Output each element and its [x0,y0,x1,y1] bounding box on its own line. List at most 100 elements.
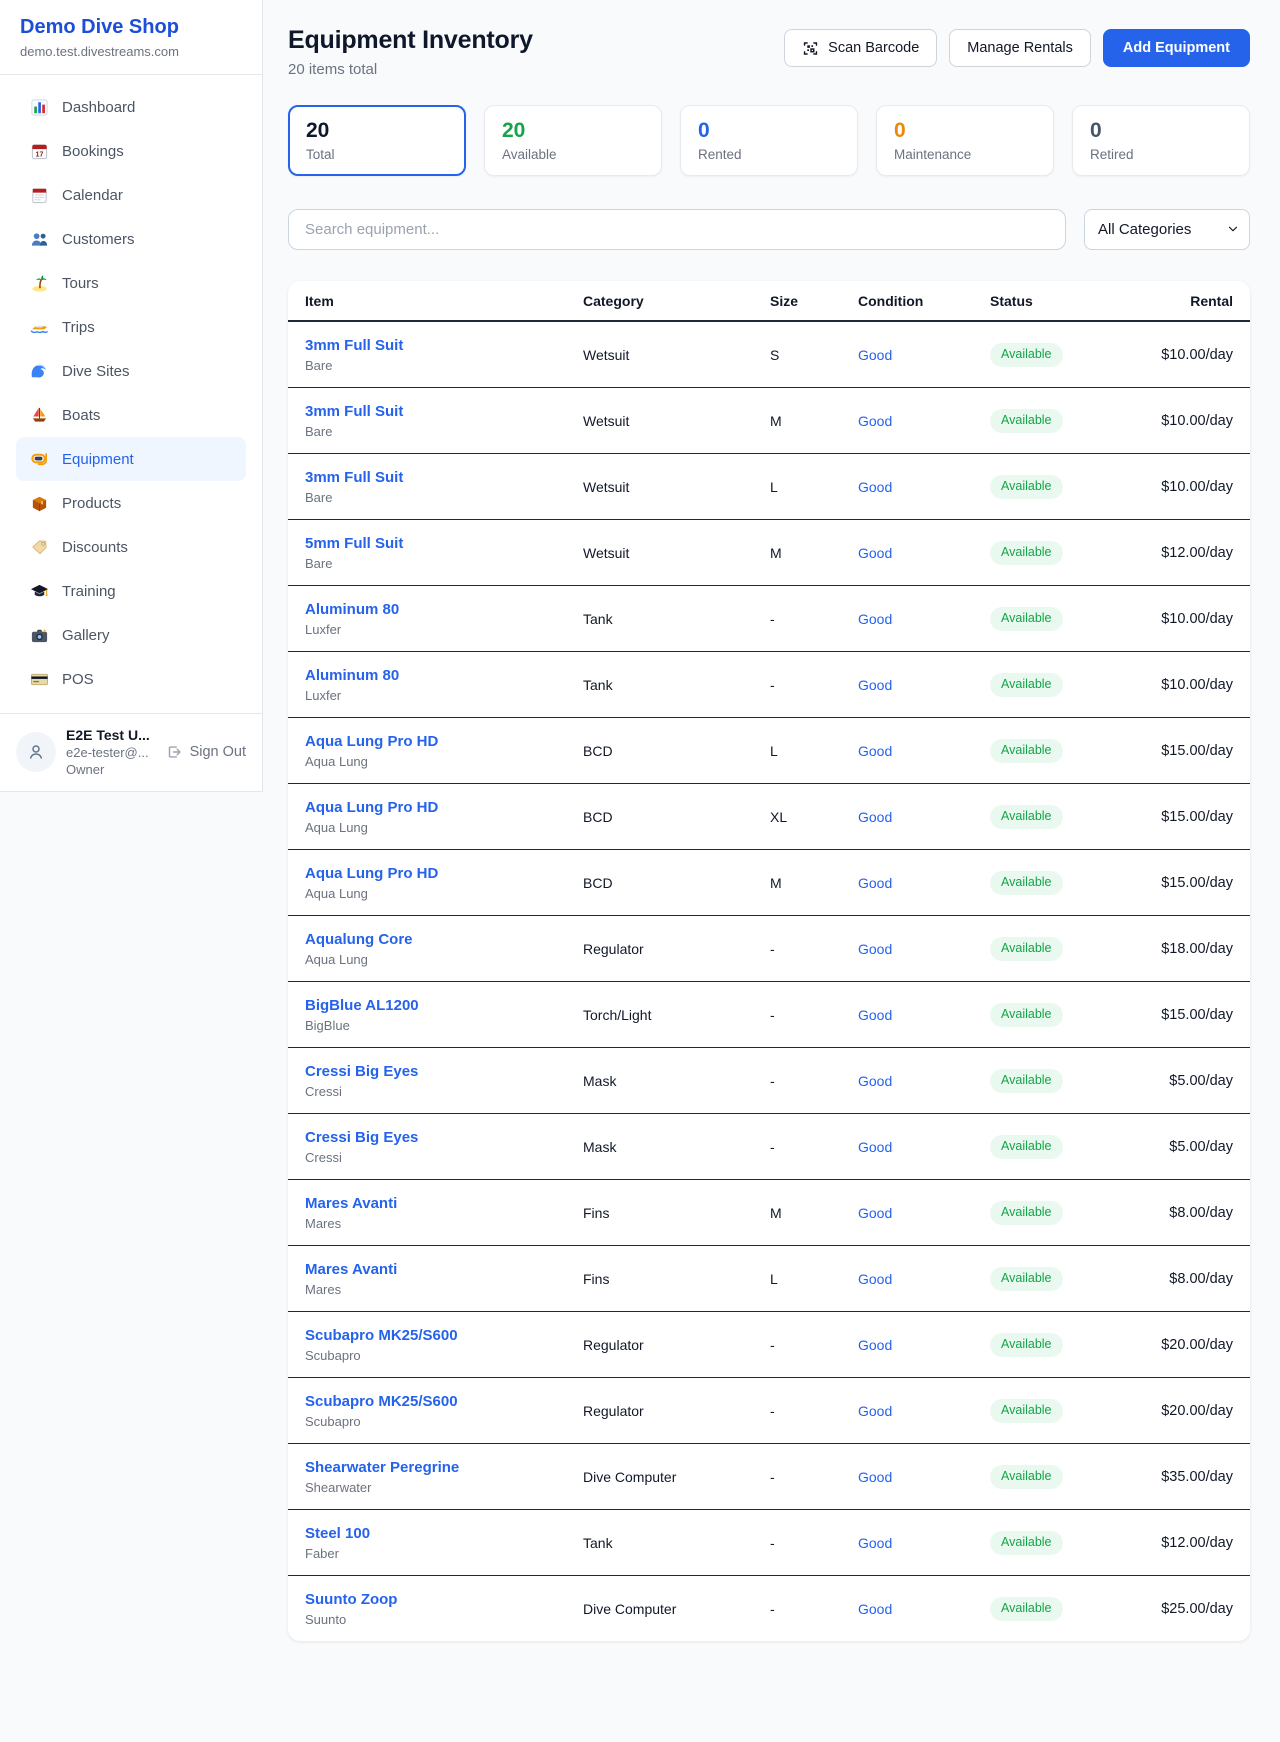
item-link[interactable]: Shearwater Peregrine [305,1459,459,1476]
sidebar-item-dive-sites[interactable]: Dive Sites [16,349,246,393]
item-link[interactable]: Aluminum 80 [305,601,399,618]
sidebar-item-calendar[interactable]: Calendar [16,173,246,217]
condition-link[interactable]: Good [858,743,892,759]
condition-link[interactable]: Good [858,479,892,495]
sidebar-item-discounts[interactable]: Discounts [16,525,246,569]
condition-link[interactable]: Good [858,347,892,363]
sidebar-item-label: POS [62,671,94,688]
item-link[interactable]: Suunto Zoop [305,1591,397,1608]
status-badge: Available [990,1531,1063,1555]
item-size: - [770,1510,858,1576]
sidebar-item-label: Products [62,495,121,512]
item-link[interactable]: Aqua Lung Pro HD [305,865,438,882]
item-link[interactable]: 5mm Full Suit [305,535,403,552]
sidebar-item-trips[interactable]: Trips [16,305,246,349]
dive-mask-icon [29,449,50,469]
sidebar-item-boats[interactable]: Boats [16,393,246,437]
condition-link[interactable]: Good [858,1271,892,1287]
barcode-scan-icon [802,40,819,57]
item-link[interactable]: 3mm Full Suit [305,337,403,354]
sign-out-button[interactable]: Sign Out [165,743,246,761]
item-link[interactable]: Steel 100 [305,1525,370,1542]
brand-domain: demo.test.divestreams.com [20,44,242,59]
stat-card-rented[interactable]: 0Rented [680,105,858,176]
camera-icon [29,625,50,645]
item-category: Regulator [583,1312,770,1378]
condition-link[interactable]: Good [858,611,892,627]
sidebar-item-equipment[interactable]: Equipment [16,437,246,481]
sidebar-item-tours[interactable]: Tours [16,261,246,305]
item-link[interactable]: Aqua Lung Pro HD [305,733,438,750]
stat-card-available[interactable]: 20Available [484,105,662,176]
status-badge: Available [990,409,1063,433]
condition-link[interactable]: Good [858,1601,892,1617]
condition-link[interactable]: Good [858,413,892,429]
sidebar-item-label: Calendar [62,187,123,204]
condition-link[interactable]: Good [858,677,892,693]
manage-rentals-label: Manage Rentals [967,40,1073,56]
sidebar-item-pos[interactable]: POS [16,657,246,701]
stat-card-maintenance[interactable]: 0Maintenance [876,105,1054,176]
item-brand: Mares [305,1282,583,1297]
item-size: M [770,1180,858,1246]
item-size: M [770,850,858,916]
stat-value: 20 [502,119,644,143]
item-link[interactable]: Scubapro MK25/S600 [305,1327,458,1344]
add-equipment-button[interactable]: Add Equipment [1103,29,1250,67]
condition-link[interactable]: Good [858,809,892,825]
item-link[interactable]: Aqua Lung Pro HD [305,799,438,816]
category-filter-select[interactable]: All Categories [1084,209,1250,250]
user-email: e2e-tester@... [66,745,150,760]
stat-card-total[interactable]: 20Total [288,105,466,176]
condition-link[interactable]: Good [858,1139,892,1155]
status-badge: Available [990,1465,1063,1489]
item-size: L [770,718,858,784]
condition-link[interactable]: Good [858,545,892,561]
sidebar-item-bookings[interactable]: 17Bookings [16,129,246,173]
condition-link[interactable]: Good [858,1007,892,1023]
condition-link[interactable]: Good [858,1073,892,1089]
speedboat-icon [29,317,50,337]
search-input[interactable] [288,209,1066,250]
condition-link[interactable]: Good [858,875,892,891]
condition-link[interactable]: Good [858,1469,892,1485]
item-category: Wetsuit [583,388,770,454]
item-rental: $8.00/day [1133,1246,1250,1312]
table-row: Steel 100FaberTank-GoodAvailable$12.00/d… [288,1510,1250,1576]
sidebar-item-gallery[interactable]: Gallery [16,613,246,657]
manage-rentals-button[interactable]: Manage Rentals [949,29,1091,67]
item-link[interactable]: BigBlue AL1200 [305,997,419,1014]
credit-card-icon [29,669,50,689]
item-link[interactable]: Scubapro MK25/S600 [305,1393,458,1410]
item-link[interactable]: Mares Avanti [305,1261,397,1278]
scan-barcode-button[interactable]: Scan Barcode [784,29,937,67]
sidebar-item-products[interactable]: Products [16,481,246,525]
item-size: L [770,1246,858,1312]
item-link[interactable]: Cressi Big Eyes [305,1129,418,1146]
condition-link[interactable]: Good [858,1403,892,1419]
condition-link[interactable]: Good [858,1535,892,1551]
header-actions: Scan Barcode Manage Rentals Add Equipmen… [784,26,1250,67]
item-link[interactable]: 3mm Full Suit [305,403,403,420]
stat-card-retired[interactable]: 0Retired [1072,105,1250,176]
item-link[interactable]: 3mm Full Suit [305,469,403,486]
condition-link[interactable]: Good [858,941,892,957]
item-link[interactable]: Mares Avanti [305,1195,397,1212]
item-size: - [770,1378,858,1444]
item-link[interactable]: Cressi Big Eyes [305,1063,418,1080]
item-link[interactable]: Aqualung Core [305,931,413,948]
filter-row: All Categories [288,209,1250,250]
item-link[interactable]: Aluminum 80 [305,667,399,684]
item-rental: $10.00/day [1133,652,1250,718]
brand-name[interactable]: Demo Dive Shop [20,16,242,39]
equipment-table: ItemCategorySizeConditionStatusRental 3m… [288,281,1250,1641]
item-category: Regulator [583,1378,770,1444]
status-badge: Available [990,1597,1063,1621]
sidebar-item-dashboard[interactable]: Dashboard [16,85,246,129]
user-info: E2E Test U... e2e-tester@... Owner [66,727,150,777]
condition-link[interactable]: Good [858,1205,892,1221]
sidebar-item-customers[interactable]: Customers [16,217,246,261]
condition-link[interactable]: Good [858,1337,892,1353]
page-header: Equipment Inventory 20 items total Scan … [288,26,1250,78]
sidebar-item-training[interactable]: Training [16,569,246,613]
